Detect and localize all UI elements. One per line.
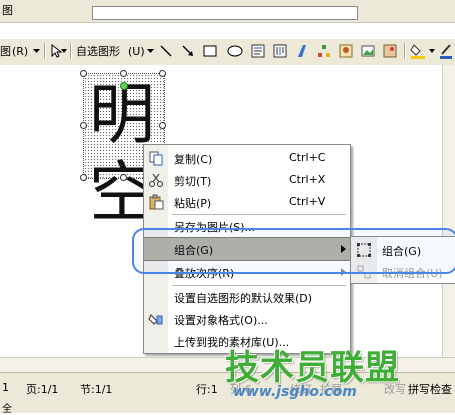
resize-handle[interactable]	[159, 70, 166, 77]
menu-item-cut[interactable]: 剪切(T) Ctrl+X	[144, 169, 350, 191]
resize-handle[interactable]	[159, 122, 166, 129]
arrow-tool-icon[interactable]	[180, 42, 196, 60]
menu-item-copy[interactable]: 复制(C) Ctrl+C	[144, 147, 350, 169]
drawing-toolbar: 图 (R) 自选图形 (U)	[0, 38, 455, 66]
draw-menu-key[interactable]: (R)	[12, 42, 28, 60]
watermark-title: 技术员联盟	[225, 348, 400, 388]
wordart-icon[interactable]	[294, 42, 310, 60]
top-input-box[interactable]	[92, 6, 358, 20]
watermark-url: www.jsgho.com	[233, 384, 357, 400]
autoshapes-dropdown-icon[interactable]	[146, 42, 154, 60]
picture-icon[interactable]	[360, 42, 376, 60]
status-page: 页:1/1	[26, 383, 59, 396]
menu-item-paste[interactable]: 粘贴(P) Ctrl+V	[144, 191, 350, 213]
vertical-textbox-icon[interactable]	[272, 42, 288, 60]
autoshapes-label[interactable]: 自选图形	[76, 42, 120, 60]
draw-dropdown-arrow-icon[interactable]	[32, 42, 40, 60]
resize-handle[interactable]	[120, 174, 127, 181]
status-section: 节:1/1	[80, 383, 113, 396]
resize-handle[interactable]	[80, 70, 87, 77]
toolbar-separator	[70, 43, 72, 59]
paste-icon	[148, 194, 164, 210]
clipart-icon[interactable]	[338, 42, 354, 60]
menu-item-format-object[interactable]: 设置对象格式(O)...	[144, 308, 350, 330]
window-title-fragment: 图	[2, 4, 13, 17]
resize-handle[interactable]	[80, 174, 87, 181]
menu-item-set-autoshape-defaults[interactable]: 设置自选图形的默认效果(D)	[144, 286, 350, 308]
line-color-icon[interactable]	[438, 42, 454, 60]
textbox-tool-icon[interactable]	[250, 42, 266, 60]
status-col-fragment: 1	[2, 381, 9, 394]
resize-handle[interactable]	[80, 122, 87, 129]
scissors-icon	[148, 172, 164, 188]
toolbar-separator	[44, 43, 46, 59]
rectangle-tool-icon[interactable]	[202, 42, 218, 60]
oval-tool-icon[interactable]	[226, 42, 244, 60]
draw-menu-label[interactable]: 图	[0, 42, 11, 60]
rotation-handle[interactable]	[120, 82, 128, 90]
line-tool-icon[interactable]	[158, 42, 174, 60]
toolbar-separator	[404, 43, 406, 59]
diagram-icon[interactable]	[316, 42, 332, 60]
format-object-icon	[148, 311, 164, 327]
copy-icon	[148, 150, 164, 166]
insert-picture-icon[interactable]	[382, 42, 398, 60]
highlight-oval	[132, 228, 455, 274]
select-dropdown-icon[interactable]	[60, 42, 68, 60]
vertical-scrollbar[interactable]	[442, 65, 455, 357]
resize-handle[interactable]	[120, 70, 127, 77]
fill-color-icon[interactable]	[410, 42, 426, 60]
autoshapes-key[interactable]: (U)	[128, 42, 145, 60]
window-top-strip: 图	[0, 0, 455, 23]
fill-color-dropdown-icon[interactable]	[428, 42, 436, 60]
site-watermark: 技术员联盟 www.jsgho.com	[225, 340, 455, 413]
status-row: 行:1	[196, 383, 218, 396]
